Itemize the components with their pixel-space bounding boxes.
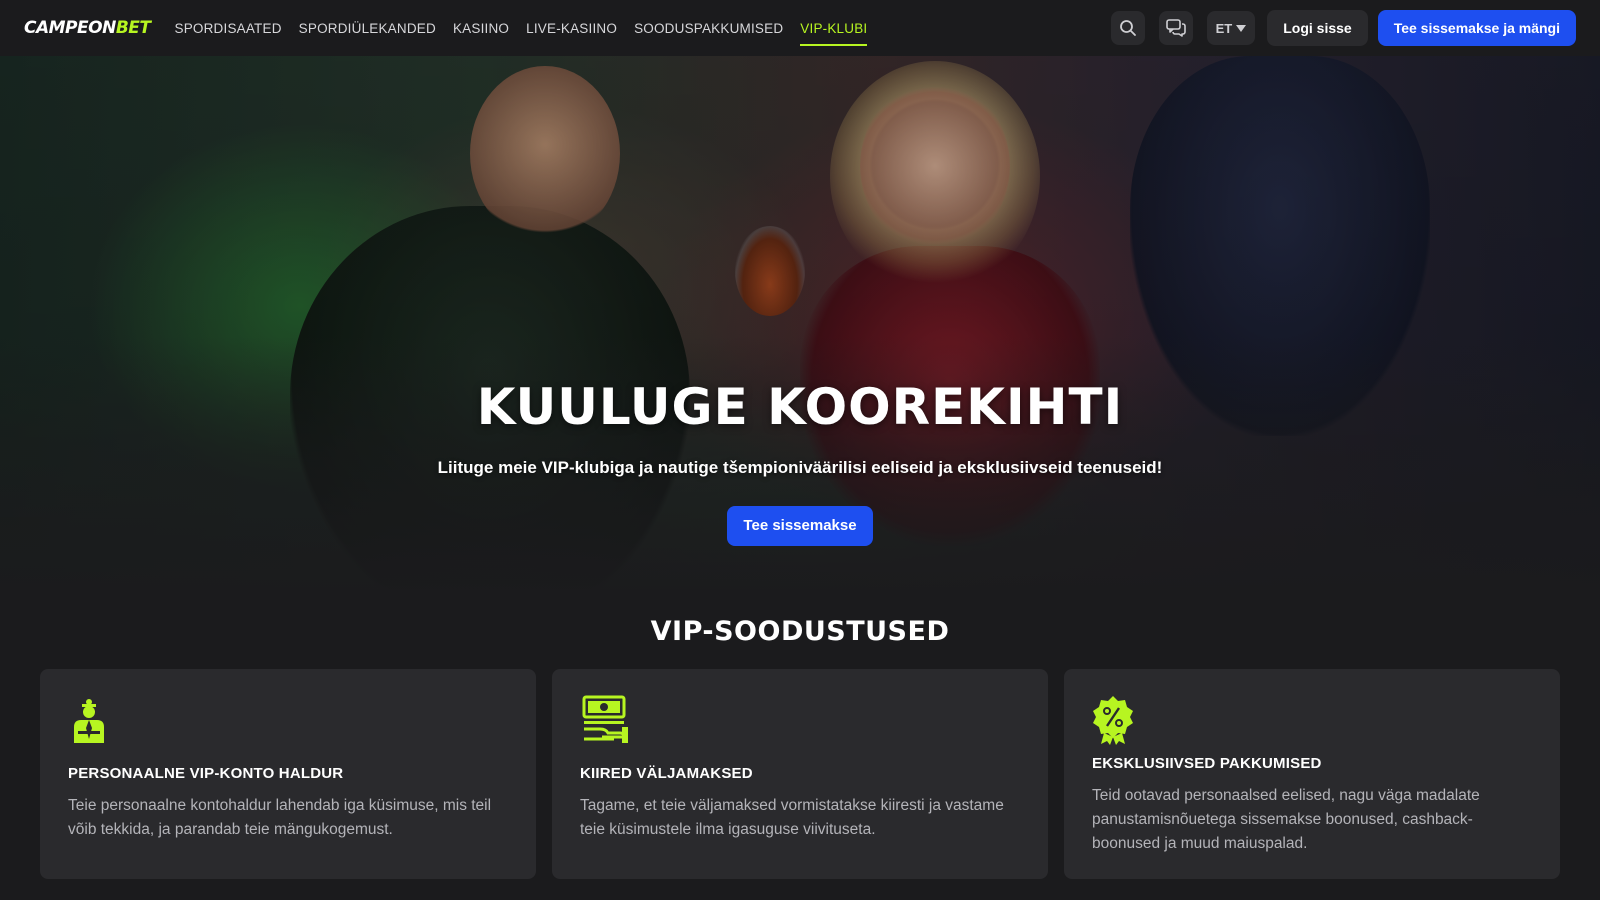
benefit-card-account-manager: PERSONAALNE VIP-KONTO HALDUR Teie person… [40, 669, 536, 879]
benefit-description: Tagame, et teie väljamaksed vormistataks… [580, 797, 1004, 838]
nav-item-live-casino[interactable]: LIVE-KASIINO [526, 0, 617, 56]
vip-benefits-cards: PERSONAALNE VIP-KONTO HALDUR Teie person… [40, 669, 1560, 879]
nav-item-casino[interactable]: KASIINO [453, 0, 509, 56]
deposit-and-play-button[interactable]: Tee sissemakse ja mängi [1377, 10, 1576, 46]
benefit-card-exclusive-offers: EKSKLUSIIVSED PAKKUMISED Teid ootavad pe… [1064, 669, 1560, 879]
fast-payout-icon [582, 695, 628, 743]
nav-item-promotions[interactable]: SOODUSPAKKUMISED [634, 0, 783, 56]
header-actions: ET Logi sisse Tee sissemakse ja mängi [1097, 10, 1576, 46]
search-button[interactable] [1110, 11, 1145, 45]
personal-manager-icon [74, 699, 104, 743]
benefit-description: Teid ootavad personaalsed eelised, nagu … [1092, 787, 1480, 852]
campeonbet-logo[interactable]: CAMPEON BET [24, 18, 151, 38]
hero-title: KUULUGE KOOREKIHTI [476, 378, 1124, 436]
hero-content: KUULUGE KOOREKIHTI Liituge meie VIP-klub… [0, 378, 1600, 546]
logo-text-accent: BET [115, 18, 151, 38]
benefit-title: KIIRED VÄLJAMAKSED [580, 765, 753, 782]
logo-text-main: CAMPEON [24, 18, 116, 38]
top-header: CAMPEON BET SPORDISAATED SPORDIÜLEKANDED … [0, 0, 1600, 56]
benefit-title: EKSKLUSIIVSED PAKKUMISED [1092, 755, 1322, 772]
chat-button[interactable] [1158, 11, 1193, 45]
chat-bubbles-icon [1165, 19, 1186, 37]
chevron-down-icon [1236, 24, 1247, 32]
language-code: ET [1215, 20, 1233, 36]
search-icon [1119, 20, 1136, 36]
language-selector[interactable]: ET [1206, 11, 1256, 45]
nav-item-vip-club[interactable]: VIP-KLUBI [800, 0, 868, 56]
nav-item-sports-streams[interactable]: SPORDIÜLEKANDED [299, 0, 436, 56]
hero-banner: KUULUGE KOOREKIHTI Liituge meie VIP-klub… [0, 56, 1600, 596]
benefit-description: Teie personaalne kontohaldur lahendab ig… [68, 797, 492, 838]
hero-deposit-button[interactable]: Tee sissemakse [727, 506, 873, 546]
hero-subtitle: Liituge meie VIP-klubiga ja nautige tšem… [437, 458, 1163, 477]
main-nav: SPORDISAATED SPORDIÜLEKANDED KASIINO LIV… [174, 0, 884, 56]
vip-benefits-title: VIP-SOODUSTUSED [650, 616, 950, 647]
benefit-title: PERSONAALNE VIP-KONTO HALDUR [68, 765, 344, 782]
nav-item-sports-betting[interactable]: SPORDISAATED [174, 0, 281, 56]
login-button[interactable]: Logi sisse [1267, 10, 1368, 46]
exclusive-offer-badge-icon [1093, 696, 1133, 745]
benefit-card-fast-payouts: KIIRED VÄLJAMAKSED Tagame, et teie välja… [552, 669, 1048, 879]
